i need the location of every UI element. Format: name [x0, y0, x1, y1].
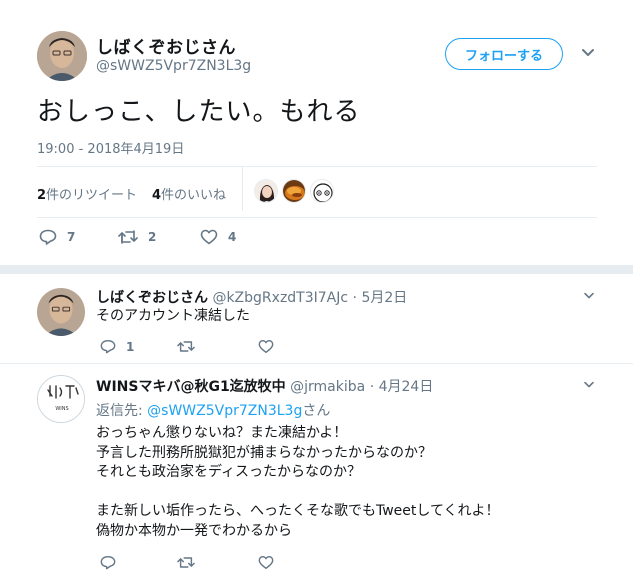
avatar[interactable] [37, 288, 85, 336]
reply-action[interactable]: 7 [39, 229, 75, 245]
display-name[interactable]: しばくぞおじさん [96, 33, 236, 58]
user-handle[interactable]: @jrmakiba [290, 379, 365, 395]
mascot-avatar-icon: WINS [38, 376, 84, 422]
liker-avatar[interactable] [254, 179, 278, 203]
user-photo-icon [37, 288, 85, 336]
reply-to-line: 返信先: @sWWZ5Vpr7ZN3L3gさん [96, 400, 330, 420]
reply-header: しばくぞおじさん @kZbgRxzdT3I7AJc · 5月2日 [96, 287, 407, 307]
like-action[interactable]: 4 [200, 229, 236, 245]
retweet-action[interactable] [177, 555, 195, 570]
chevron-down-icon[interactable] [583, 292, 595, 300]
reply-icon [100, 340, 116, 354]
section-gap [0, 265, 633, 274]
like-action-count: 4 [228, 230, 237, 244]
reply-icon [39, 229, 57, 245]
reply-to-handle-link[interactable]: @sWWZ5Vpr7ZN3L3g [147, 403, 302, 419]
like-stat-label: 件のいいね [161, 188, 227, 203]
retweet-stat[interactable]: 2件のリツイート [37, 184, 137, 203]
tweet-text: おしっこ、したい。もれる [37, 97, 361, 127]
reply-date[interactable]: 5月2日 [361, 290, 407, 306]
food-avatar-icon [283, 180, 305, 202]
heart-icon [258, 340, 274, 353]
user-handle[interactable]: @sWWZ5Vpr7ZN3L3g [96, 58, 251, 74]
girl-avatar-icon [255, 180, 277, 202]
reply-count: 1 [126, 339, 135, 354]
heart-icon [200, 229, 218, 245]
like-action[interactable] [258, 339, 274, 354]
reply-action[interactable] [100, 555, 116, 570]
reply-to-label: 返信先: [96, 403, 143, 419]
cartoon-avatar-icon [311, 180, 333, 202]
retweet-icon [177, 341, 195, 352]
user-handle[interactable]: @kZbgRxzdT3I7AJc [212, 290, 348, 306]
chevron-down-icon[interactable] [581, 48, 595, 58]
reply-to-suffix: さん [302, 403, 331, 419]
retweet-action[interactable] [177, 339, 195, 354]
divider [37, 217, 597, 218]
reply-icon [100, 556, 116, 570]
dot-separator: · [352, 290, 357, 306]
main-tweet: しばくぞおじさん @sWWZ5Vpr7ZN3L3g フォローする おしっこ、した… [0, 0, 633, 265]
liker-avatar[interactable] [282, 179, 306, 203]
avatar[interactable] [37, 31, 87, 81]
reply-text: そのアカウント凍結した [96, 308, 250, 324]
user-photo-icon [37, 31, 87, 81]
retweet-icon [118, 230, 138, 244]
heart-icon [258, 556, 274, 569]
like-stat[interactable]: 4件のいいね [152, 184, 226, 203]
reply-count: 7 [67, 230, 76, 244]
reply-date[interactable]: 4月24日 [379, 379, 434, 395]
like-count: 4 [152, 188, 162, 203]
reply-text: おっちゃん懲りないね？また凍結かよ！ 予言した刑務所脱獄犯が捕まらなかったからな… [96, 425, 500, 539]
reply-action[interactable]: 1 [100, 339, 134, 354]
retweet-action[interactable]: 2 [118, 229, 156, 245]
avatar[interactable]: WINS [37, 375, 85, 423]
retweet-action-count: 2 [148, 230, 157, 244]
tweet-timestamp[interactable]: 19:00 - 2018年4月19日 [37, 138, 184, 157]
svg-text:WINS: WINS [55, 406, 68, 412]
reply-header: WINSマキバ@秋G1迄放牧中 @jrmakiba · 4月24日 [96, 376, 433, 396]
retweet-stat-label: 件のリツイート [46, 188, 138, 203]
retweet-count: 2 [37, 188, 47, 203]
like-action[interactable] [258, 555, 274, 570]
chevron-down-icon[interactable] [583, 381, 595, 389]
display-name[interactable]: しばくぞおじさん [96, 290, 208, 306]
reply-tweet[interactable]: WINS WINSマキバ@秋G1迄放牧中 @jrmakiba · 4月24日 返… [0, 364, 633, 581]
liker-avatar[interactable] [310, 179, 334, 203]
retweet-icon [177, 557, 195, 568]
display-name[interactable]: WINSマキバ@秋G1迄放牧中 [96, 379, 286, 395]
dot-separator: · [369, 379, 375, 395]
reply-tweet[interactable]: しばくぞおじさん @kZbgRxzdT3I7AJc · 5月2日 そのアカウント… [0, 274, 633, 364]
follow-button[interactable]: フォローする [445, 38, 563, 70]
stat-separator [242, 167, 243, 211]
divider [37, 166, 597, 167]
